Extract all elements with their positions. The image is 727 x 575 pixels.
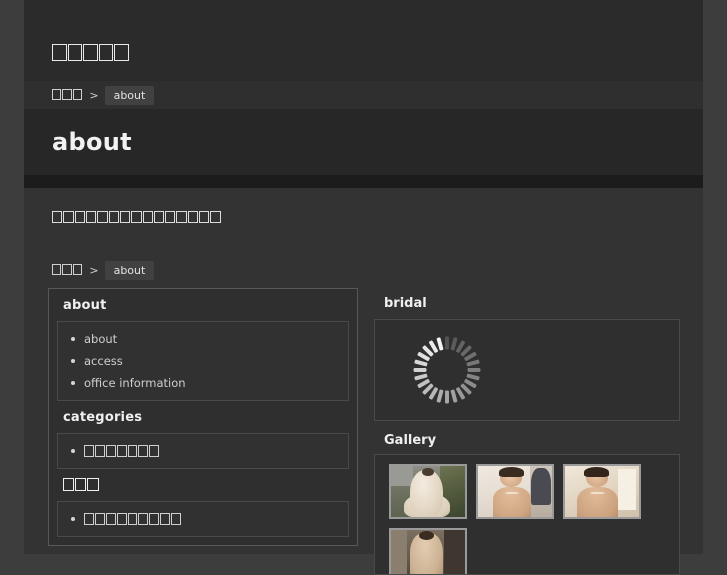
bridal-heading: bridal	[384, 296, 427, 311]
bullet-icon	[71, 449, 75, 453]
gallery-thumbnail[interactable]	[563, 464, 641, 519]
breadcrumb-main: > about	[52, 260, 155, 280]
gallery-panel	[374, 454, 680, 575]
main-content: > about about about access office inform…	[24, 188, 703, 575]
bullet-icon	[71, 337, 75, 341]
breadcrumb-current-top[interactable]: about	[104, 85, 155, 105]
sidebar-list-categories	[57, 433, 349, 469]
gallery-thumbnail[interactable]	[476, 464, 554, 519]
site-header	[24, 0, 703, 80]
sidebar-item-office-information[interactable]: office information	[58, 372, 348, 394]
sidebar-panel: about about access office information ca…	[48, 288, 358, 547]
gallery-thumbnail[interactable]	[389, 528, 467, 574]
breadcrumb-separator-top: >	[89, 88, 99, 102]
gallery-thumbnail[interactable]	[389, 464, 467, 519]
sidebar: about about access office information ca…	[48, 288, 358, 547]
loading-spinner-icon	[413, 336, 481, 404]
breadcrumb-bar-top: > about	[24, 80, 703, 109]
sidebar-item-category[interactable]	[58, 440, 348, 462]
page-container: > about about > about about about access…	[24, 0, 703, 575]
sidebar-item-about[interactable]: about	[58, 328, 348, 350]
bullet-icon	[71, 517, 75, 522]
sidebar-heading-extra	[49, 469, 357, 501]
bullet-icon	[71, 381, 75, 385]
sidebar-item-label: office information	[84, 376, 186, 390]
breadcrumb-current-main[interactable]: about	[104, 260, 155, 280]
bridal-slideshow-area	[374, 319, 680, 421]
sidebar-item-extra-link[interactable]	[58, 508, 348, 530]
bullet-icon	[71, 359, 75, 363]
site-title	[52, 44, 130, 63]
sidebar-item-label: about	[84, 332, 118, 346]
page-title-band: about	[24, 109, 703, 175]
gallery-heading: Gallery	[384, 433, 437, 448]
sidebar-heading-about: about	[63, 298, 107, 313]
right-column: bridal Gallery	[372, 288, 682, 575]
sidebar-item-label: access	[84, 354, 123, 368]
sidebar-list-about: about access office information	[57, 321, 349, 401]
breadcrumb-home-link-top[interactable]	[52, 89, 83, 102]
sidebar-item-label	[84, 512, 182, 526]
breadcrumb-home-link-main[interactable]	[52, 264, 83, 277]
site-tagline	[52, 210, 222, 224]
gallery-thumbnail-grid	[389, 464, 679, 574]
sidebar-item-access[interactable]: access	[58, 350, 348, 372]
title-underbar	[24, 175, 703, 188]
breadcrumb-separator-main: >	[89, 263, 99, 277]
sidebar-list-extra	[57, 501, 349, 538]
breadcrumb-top: > about	[52, 81, 155, 109]
sidebar-heading-categories: categories	[63, 410, 143, 425]
page-title: about	[52, 128, 132, 156]
sidebar-item-label	[84, 444, 160, 458]
